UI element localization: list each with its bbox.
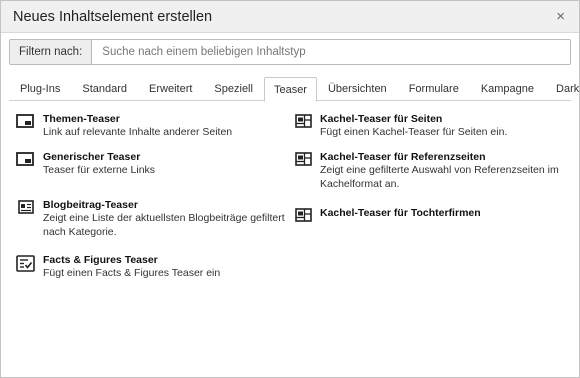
item-description: Zeigt eine gefilterte Auswahl von Refere… [320,164,559,190]
item-description: Teaser für externe Links [43,164,156,176]
tile-teaser-icon [286,113,320,151]
checklist-icon [9,254,43,286]
close-button[interactable]: × [554,7,567,26]
item-title: Kachel-Teaser für Seiten [320,113,443,125]
content-item-kachel-teaser-referenzseiten[interactable]: Kachel-Teaser für Referenzseiten Zeigt e… [286,151,563,207]
item-description: Fügt einen Kachel-Teaser für Seiten ein. [320,126,508,138]
tab-formulare[interactable]: Formulare [398,77,470,101]
item-title: Themen-Teaser [43,113,120,125]
tab-uebersichten[interactable]: Übersichten [317,77,398,101]
tile-teaser-icon [286,151,320,207]
filter-label: Filtern nach: [10,40,93,64]
filter-group: Filtern nach: [9,39,571,65]
tab-plug-ins[interactable]: Plug-Ins [9,77,71,101]
tab-standard[interactable]: Standard [71,77,138,101]
content-item-blogbeitrag-teaser[interactable]: Blogbeitrag-Teaser Zeigt eine Liste der … [9,199,286,254]
item-title: Blogbeitrag-Teaser [43,199,138,211]
item-title: Kachel-Teaser für Tochterfirmen [320,207,481,219]
dialog-title: Neues Inhaltselement erstellen [13,8,213,25]
content-item-kachel-teaser-seiten[interactable]: Kachel-Teaser für Seiten Fügt einen Kach… [286,113,563,151]
dialog-body: Filtern nach: Plug-Ins Standard Erweiter… [1,33,580,286]
tab-kampagne[interactable]: Kampagne [470,77,545,101]
item-description: Link auf relevante Inhalte anderer Seite… [43,126,233,138]
right-column: Kachel-Teaser für Seiten Fügt einen Kach… [286,113,563,286]
content-item-themen-teaser[interactable]: Themen-Teaser Link auf relevante Inhalte… [9,113,286,151]
item-description: Fügt einen Facts & Figures Teaser ein [43,267,221,279]
tab-erweitert[interactable]: Erweitert [138,77,203,101]
image-teaser-icon [9,151,43,199]
filter-search-input[interactable] [92,40,570,64]
content-item-generischer-teaser[interactable]: Generischer Teaser Teaser für externe Li… [9,151,286,199]
dialog-header: Neues Inhaltselement erstellen × [1,1,579,33]
new-content-element-dialog: Neues Inhaltselement erstellen × Filtern… [0,0,580,378]
tab-teaser[interactable]: Teaser [263,77,317,102]
item-title: Kachel-Teaser für Referenzseiten [320,151,486,163]
tile-teaser-icon [286,207,320,237]
item-title: Facts & Figures Teaser [43,254,158,266]
image-teaser-icon [9,113,43,151]
left-column: Themen-Teaser Link auf relevante Inhalte… [9,113,286,286]
content-item-facts-figures-teaser[interactable]: Facts & Figures Teaser Fügt einen Facts … [9,254,286,286]
tab-speziell[interactable]: Speziell [203,77,264,101]
blog-teaser-icon [9,199,43,254]
content-item-kachel-teaser-tochterfirmen[interactable]: Kachel-Teaser für Tochterfirmen [286,207,563,237]
item-title: Generischer Teaser [43,151,141,163]
item-description: Zeigt eine Liste der aktuellsten Blogbei… [43,212,285,238]
tab-dark-site[interactable]: Dark Site [545,77,580,101]
teaser-tab-content: Themen-Teaser Link auf relevante Inhalte… [9,101,571,286]
content-type-tabs: Plug-Ins Standard Erweitert Speziell Tea… [9,77,580,102]
